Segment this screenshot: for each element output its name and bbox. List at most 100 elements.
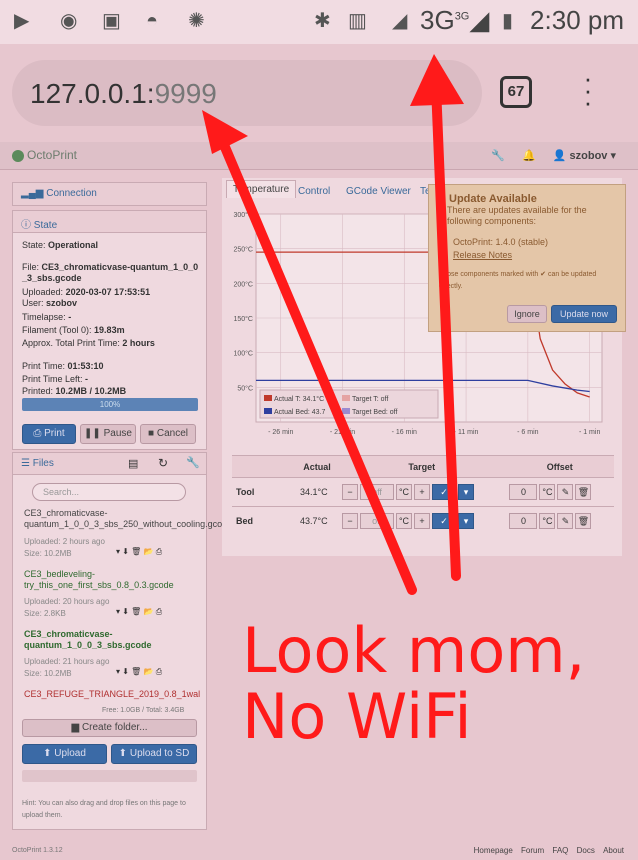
offset-input[interactable]: 0 xyxy=(509,513,538,530)
wrench-icon[interactable]: 🔧 xyxy=(186,456,200,469)
footer-link-about[interactable]: About xyxy=(603,846,624,855)
url-bar[interactable]: 127.0.0.1:9999 xyxy=(12,60,482,126)
tab-temperature[interactable]: Temperature xyxy=(226,180,297,198)
file-item-uploaded: Uploaded: 21 hours ago xyxy=(24,657,110,666)
filament-value: 19.83m xyxy=(94,325,125,335)
tab-control[interactable]: Control xyxy=(298,186,330,197)
approx-line: Approx. Total Print Time: 2 hours xyxy=(22,338,155,348)
upload-button[interactable]: ⬆ Upload xyxy=(22,744,107,764)
annotation-text: Look mom, No WiFi xyxy=(242,618,585,750)
decrease-button[interactable]: − xyxy=(342,484,359,500)
popup-item: OctoPrint: 1.4.0 (stable) xyxy=(453,237,549,247)
bed-actual: 43.7°C xyxy=(296,506,339,536)
file-item-name[interactable]: CE3_REFUGE_TRIANGLE_2019_0.8_1wal xyxy=(24,689,200,699)
unit-label: °C xyxy=(396,513,413,530)
file-item-name[interactable]: CE3_bedleveling-try_this_one_first_sbs_0… xyxy=(24,569,199,591)
user-value: szobov xyxy=(46,298,78,308)
popup-body: There are updates available for the foll… xyxy=(447,205,587,226)
col-tool xyxy=(232,455,296,478)
pencil-icon[interactable]: ✎ xyxy=(557,513,574,530)
target-input[interactable]: off xyxy=(360,513,395,530)
y-tick-label: 250°C xyxy=(233,246,253,254)
upload-icon: ⬆ xyxy=(43,748,55,759)
octoprint-logo-icon xyxy=(12,149,24,162)
navbar-actions: 🔧 🔔 👤 szobov ▾ xyxy=(477,149,616,162)
print-button[interactable]: ⎙ Print xyxy=(22,424,76,444)
user-menu[interactable]: 👤 szobov ▾ xyxy=(553,150,616,162)
legend-entry: Actual T: 34.1°C xyxy=(274,395,324,403)
footer-link-homepage[interactable]: Homepage xyxy=(474,846,513,855)
decrease-button[interactable]: − xyxy=(342,513,359,530)
file-item-actions[interactable]: ▾ ⬇ 🗑 📂 ⎙ xyxy=(116,607,162,617)
set-button[interactable]: ✓ xyxy=(432,484,457,500)
file-item-actions[interactable]: ▾ ⬇ 🗑 📂 ⎙ xyxy=(116,547,162,557)
x-tick-label: - 11 min xyxy=(454,429,479,436)
tool-target-controls: − off °C + ✓ ▾ xyxy=(338,477,506,507)
x-tick-label: - 16 min xyxy=(392,429,417,436)
target-input[interactable]: off xyxy=(360,484,395,500)
terminal-icon: ▣ xyxy=(102,10,121,32)
preset-dropdown[interactable]: ▾ xyxy=(458,484,475,500)
file-item-uploaded: Uploaded: 2 hours ago xyxy=(24,537,105,546)
increase-button[interactable]: + xyxy=(414,484,431,500)
time-left-line: Print Time Left: - xyxy=(22,374,88,384)
state-header[interactable]: ⓘ State xyxy=(13,211,206,233)
release-notes-link[interactable]: Release Notes xyxy=(453,250,512,260)
connection-header[interactable]: ▂▄▆ Connection xyxy=(13,183,206,205)
tab-gcode-viewer[interactable]: GCode Viewer xyxy=(346,186,411,197)
bell-icon[interactable]: 🔔 xyxy=(522,150,536,162)
upload-sd-button[interactable]: ⬆ Upload to SD xyxy=(111,744,197,764)
footer-link-docs[interactable]: Docs xyxy=(577,846,595,855)
ignore-button[interactable]: Ignore xyxy=(507,305,547,323)
trash-icon[interactable]: 🗑 xyxy=(575,484,592,500)
signal-icon: ◢ xyxy=(392,10,408,32)
timelapse-value: - xyxy=(68,312,72,322)
approx-value: 2 hours xyxy=(122,338,155,348)
pause-label: Pause xyxy=(103,428,132,439)
file-icon[interactable]: ▤ xyxy=(128,457,138,470)
file-item-size: Size: 2.8KB xyxy=(24,609,66,618)
set-button[interactable]: ✓ xyxy=(432,513,457,530)
preset-dropdown[interactable]: ▾ xyxy=(458,513,475,530)
file-item-name[interactable]: CE3_chromaticvase-quantum_1_0_0_3_sbs_25… xyxy=(24,508,232,530)
search-input[interactable]: Search... xyxy=(32,483,186,501)
col-actual: Actual xyxy=(296,455,339,478)
update-now-button[interactable]: Update now xyxy=(551,305,617,323)
create-folder-button[interactable]: ▆ Create folder... xyxy=(22,719,197,737)
refresh-icon[interactable]: ↻ xyxy=(158,456,168,470)
url-text[interactable]: 127.0.0.1:9999 xyxy=(30,78,217,110)
pause-button[interactable]: ❚❚ Pause xyxy=(80,424,136,444)
unit-label: °C xyxy=(539,513,556,530)
url-port: 9999 xyxy=(154,78,217,109)
file-item-name[interactable]: CE3_chromaticvase-quantum_1_0_0_3_sbs.gc… xyxy=(24,629,199,651)
legend-entry: Target T: off xyxy=(352,396,388,403)
signal-bars-icon: ▂▄▆ xyxy=(21,188,47,199)
file-item-size: Size: 10.2MB xyxy=(24,549,72,558)
brand[interactable]: OctoPrint xyxy=(12,148,77,162)
octoprint-navbar: OctoPrint 🔧 🔔 👤 szobov ▾ xyxy=(0,142,638,170)
vibrate-icon: ▥ xyxy=(348,10,367,32)
trash-icon[interactable]: 🗑 xyxy=(575,513,592,530)
footer-link-faq[interactable]: FAQ xyxy=(552,846,568,855)
temperature-table: Actual Target Offset Tool 34.1°C − off °C +… xyxy=(232,455,614,536)
search-placeholder: Search... xyxy=(43,487,80,497)
uploaded-line: Uploaded: 2020-03-07 17:53:51 xyxy=(22,287,150,297)
printed-value: 10.2MB / 10.2MB xyxy=(55,386,127,396)
more-vertical-icon[interactable]: · · · xyxy=(578,65,598,115)
bed-name: Bed xyxy=(232,506,296,536)
pencil-icon[interactable]: ✎ xyxy=(557,484,574,500)
wrench-icon[interactable]: 🔧 xyxy=(491,150,505,162)
print-label: Print xyxy=(44,428,65,439)
tab-switcher-button[interactable]: 67 xyxy=(500,76,532,108)
brand-name: OctoPrint xyxy=(27,148,78,162)
cancel-button[interactable]: ■ Cancel xyxy=(140,424,196,444)
annotation-line-2: No WiFi xyxy=(242,680,472,753)
footer-link-forum[interactable]: Forum xyxy=(521,846,544,855)
popup-note: Those components marked with ✔ can be up… xyxy=(439,271,597,290)
offset-input[interactable]: 0 xyxy=(509,484,538,500)
file-item-actions[interactable]: ▾ ⬇ 🗑 📂 ⎙ xyxy=(116,667,162,677)
increase-button[interactable]: + xyxy=(414,513,431,530)
upload-label: Upload xyxy=(54,748,86,759)
bed-target-controls: − off °C + ✓ ▾ xyxy=(338,506,506,536)
cancel-label: Cancel xyxy=(156,428,188,439)
